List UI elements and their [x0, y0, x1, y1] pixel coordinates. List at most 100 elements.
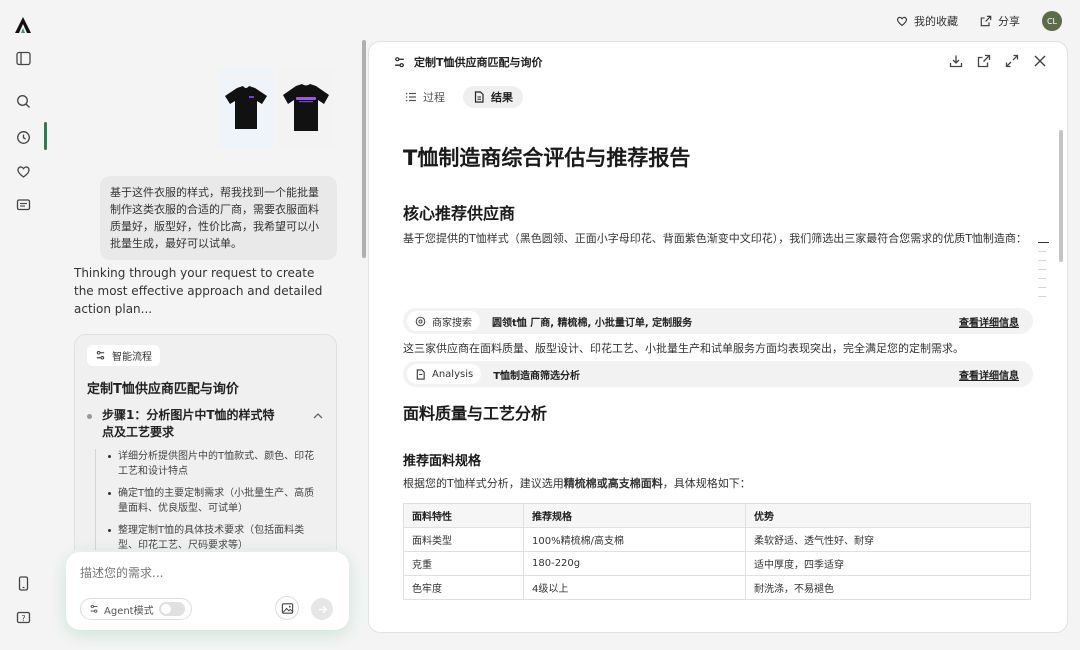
send-button[interactable]: [311, 598, 333, 620]
outline-marker[interactable]: [1038, 260, 1046, 261]
workflow-title: 定制T恤供应商匹配与询价: [87, 382, 239, 397]
favorites-button[interactable]: 我的收藏: [896, 13, 958, 29]
share-button[interactable]: 分享: [980, 13, 1020, 29]
table-cell: 柔软舒适、透气性好、耐穿: [745, 527, 1031, 552]
chat-input-box[interactable]: 描述您的需求... Agent模式: [66, 552, 349, 630]
table-cell: 100%精梳棉/高支棉: [523, 527, 746, 552]
list-item: 整理定制T恤的具体技术要求（包括面料类型、印花工艺、尺码要求等）: [108, 523, 324, 550]
outline-marker[interactable]: [1038, 296, 1046, 297]
history-icon[interactable]: [14, 128, 32, 146]
table-header-row: 面料特性 推荐规格 优势: [403, 503, 1031, 528]
result-panel: 定制T恤供应商匹配与询价 过程 结果 T恤制造商综合评估与推荐报告 核心推荐供应…: [368, 41, 1068, 633]
outline-marker[interactable]: [1038, 269, 1046, 270]
tool-name-label: Analysis: [432, 368, 474, 380]
table-cell: 色牢度: [403, 575, 524, 600]
substep-list: 详细分析提供图片中的T恤款式、颜色、印花工艺和设计特点 确定T恤的主要定制需求（…: [95, 449, 324, 550]
list-icon: [405, 92, 416, 102]
chat-column: 基于这件衣服的样式，帮我找到一个能批量制作这类衣服的合适的厂商，需要衣服面料质量…: [48, 40, 358, 550]
section-paragraph: 根据您的T恤样式分析，建议选用精梳棉或高支棉面料，具体规格如下：: [403, 475, 1033, 492]
feedback-icon[interactable]: ?: [14, 609, 32, 627]
workflow-tag: 智能流程: [87, 345, 160, 366]
workflow-step[interactable]: 步骤1：分析图片中T恤的样式特点及工艺要求: [87, 407, 324, 441]
chat-input[interactable]: 描述您的需求...: [80, 564, 335, 581]
tool-name-label: 商家搜索: [432, 317, 472, 329]
report-title: T恤制造商综合评估与推荐报告: [403, 146, 691, 170]
heart-icon[interactable]: [14, 162, 32, 180]
column-header: 优势: [745, 503, 1031, 528]
paragraph-emphasis: 精梳棉或高支棉面料: [563, 477, 663, 490]
arrow-right-icon: [318, 605, 327, 613]
tshirt-back-image[interactable]: [278, 68, 334, 148]
sidebar-toggle-icon[interactable]: [14, 49, 32, 67]
close-icon[interactable]: [1033, 54, 1047, 68]
document-icon: [474, 91, 484, 103]
subsection-heading: 推荐面料规格: [403, 454, 482, 469]
search-icon: [415, 316, 426, 326]
message-icon[interactable]: [14, 196, 32, 214]
download-icon[interactable]: [949, 54, 963, 68]
agent-icon: [90, 604, 98, 613]
search-icon[interactable]: [14, 92, 32, 110]
workflow-tag-label: 智能流程: [112, 352, 152, 363]
heart-outline-icon: [896, 16, 908, 27]
outline-marker[interactable]: [1038, 251, 1046, 252]
share-label: 分享: [998, 15, 1020, 28]
phone-icon[interactable]: [14, 574, 32, 592]
tab-result-label: 结果: [491, 91, 513, 104]
expand-icon[interactable]: [1005, 54, 1019, 68]
assistant-thinking: Thinking through your request to create …: [74, 266, 323, 316]
svg-text:?: ?: [21, 614, 25, 623]
column-header: 面料特性: [403, 503, 524, 528]
outline-marker[interactable]: [1038, 278, 1046, 279]
share-icon: [980, 15, 992, 27]
report-document: T恤制造商综合评估与推荐报告 核心推荐供应商 基于您提供的T恤样式（黑色圆领、正…: [403, 142, 1033, 600]
table-cell: 适中厚度，四季适穿: [745, 551, 1031, 576]
agent-mode-switch[interactable]: [158, 602, 185, 616]
image-upload-button[interactable]: [275, 596, 299, 620]
table-row: 克重 180-220g 适中厚度，四季适穿: [403, 551, 1031, 576]
section-paragraph: 基于您提供的T恤样式（黑色圆领、正面小字母印花、背面紫色渐变中文印花），我们筛选…: [403, 232, 1027, 245]
list-item: 确定T恤的主要定制需求（小批量生产、高质量面料、优良版型、可试单）: [108, 486, 324, 516]
share-icon[interactable]: [977, 54, 991, 68]
document-icon: [416, 368, 425, 380]
workflow-icon: [96, 351, 105, 360]
view-details-link[interactable]: 查看详细信息: [959, 367, 1019, 382]
panel-scrollbar[interactable]: [1059, 130, 1063, 262]
section-paragraph: 这三家供应商在面料质量、版型设计、印花工艺、小批量生产和试单服务方面均表现突出，…: [403, 342, 964, 355]
tool-name: 商家搜索: [407, 311, 480, 331]
table-cell: 面料类型: [403, 527, 524, 552]
avatar[interactable]: CL: [1042, 11, 1062, 31]
workflow-icon: [395, 56, 404, 67]
chevron-up-icon[interactable]: [312, 410, 324, 422]
agent-mode-toggle[interactable]: Agent模式: [80, 598, 192, 620]
tshirt-front-image[interactable]: [218, 68, 274, 148]
icon-rail: ?: [0, 0, 47, 650]
attached-images: [218, 68, 334, 148]
fabric-spec-table: 面料特性 推荐规格 优势 面料类型 100%精梳棉/高支棉 柔软舒适、透气性好、…: [403, 503, 1031, 600]
view-details-link[interactable]: 查看详细信息: [959, 314, 1019, 329]
user-message: 基于这件衣服的样式，帮我找到一个能批量制作这类衣服的合适的厂商，需要衣服面料质量…: [100, 176, 337, 260]
tool-query: 圆领t恤 厂商, 精梳棉, 小批量订单, 定制服务: [492, 317, 693, 329]
outline-marker[interactable]: [1038, 242, 1049, 243]
agent-mode-label: Agent模式: [104, 605, 154, 617]
section-heading: 核心推荐供应商: [403, 204, 516, 223]
panel-tabs: 过程 结果: [395, 86, 523, 108]
top-bar: 我的收藏 分享 CL: [896, 8, 1062, 34]
table-cell: 克重: [403, 551, 524, 576]
step-dot: [87, 414, 92, 419]
pane-resize-handle[interactable]: [362, 40, 366, 258]
table-cell: 耐洗涤，不易褪色: [745, 575, 1031, 600]
tab-result[interactable]: 结果: [463, 86, 523, 108]
panel-header: 定制T恤供应商匹配与询价: [393, 54, 543, 70]
table-row: 面料类型 100%精梳棉/高支棉 柔软舒适、透气性好、耐穿: [403, 527, 1031, 552]
active-indicator: [44, 122, 47, 150]
table-cell: 4级以上: [523, 575, 746, 600]
paragraph-text: ，具体规格如下：: [662, 477, 751, 490]
outline-marker[interactable]: [1038, 287, 1046, 288]
tab-process[interactable]: 过程: [395, 86, 455, 108]
paragraph-text: 根据您的T恤样式分析，建议选用: [403, 477, 564, 490]
outline-nav[interactable]: [1038, 242, 1049, 297]
table-cell: 180-220g: [523, 551, 746, 576]
section-heading: 面料质量与工艺分析: [403, 404, 548, 423]
logo-icon[interactable]: [14, 16, 32, 34]
